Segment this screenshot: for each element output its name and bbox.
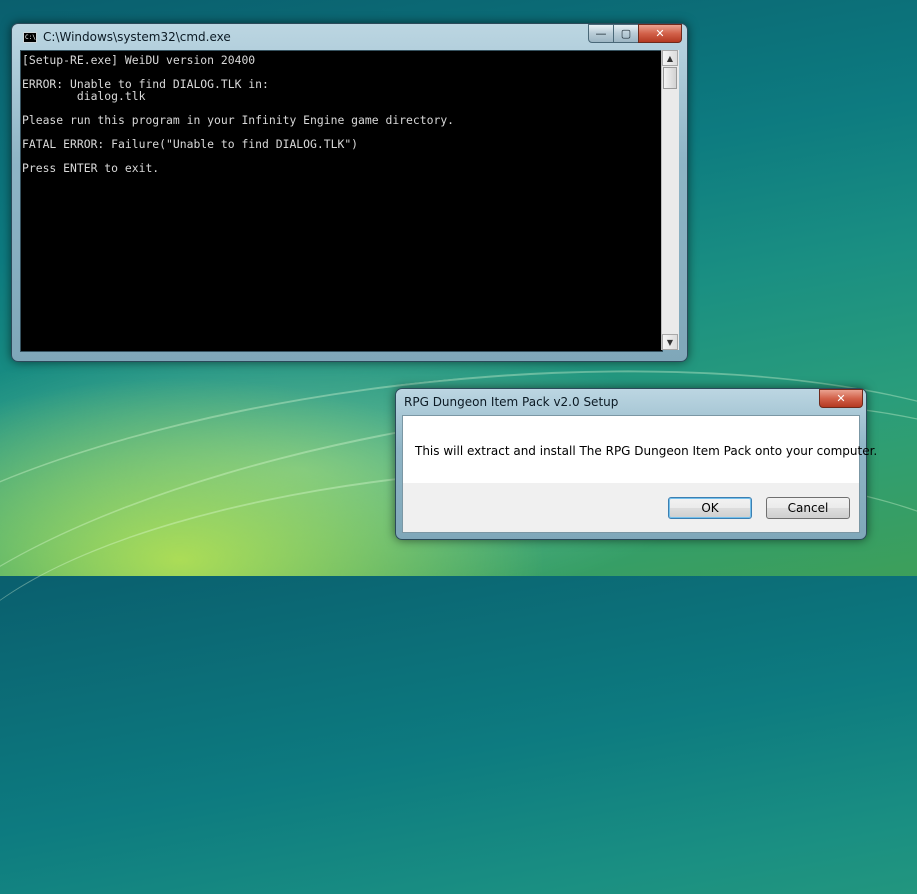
maximize-button[interactable]: ▢ [613,24,639,43]
cmd-titlebar[interactable]: C:\ C:\Windows\system32\cmd.exe — ▢ ✕ [12,24,687,50]
console-output-area[interactable]: [Setup-RE.exe] WeiDU version 20400 ERROR… [20,50,663,352]
dialog-message-panel: This will extract and install The RPG Du… [403,416,877,483]
cancel-button[interactable]: Cancel [766,497,850,519]
dialog-title: RPG Dungeon Item Pack v2.0 Setup [404,395,619,409]
dialog-message: This will extract and install The RPG Du… [415,444,878,458]
cmd-window[interactable]: C:\ C:\Windows\system32\cmd.exe — ▢ ✕ [S… [11,23,688,362]
close-button[interactable]: ✕ [638,24,682,43]
minimize-button[interactable]: — [588,24,614,43]
dialog-titlebar[interactable]: RPG Dungeon Item Pack v2.0 Setup ✕ [396,389,866,415]
console-text: [Setup-RE.exe] WeiDU version 20400 ERROR… [22,53,455,175]
scroll-up-button[interactable]: ▲ [662,50,678,66]
dialog-body: This will extract and install The RPG Du… [402,415,877,533]
cmd-icon: C:\ [23,32,37,43]
dialog-close-button[interactable]: ✕ [819,389,863,408]
scroll-down-button[interactable]: ▼ [662,334,678,350]
scroll-thumb[interactable] [663,67,677,89]
console-scrollbar[interactable]: ▲ ▼ [661,50,679,350]
cmd-title: C:\Windows\system32\cmd.exe [43,30,231,44]
setup-dialog[interactable]: RPG Dungeon Item Pack v2.0 Setup ✕ This … [395,388,877,540]
ok-button[interactable]: OK [668,497,752,519]
